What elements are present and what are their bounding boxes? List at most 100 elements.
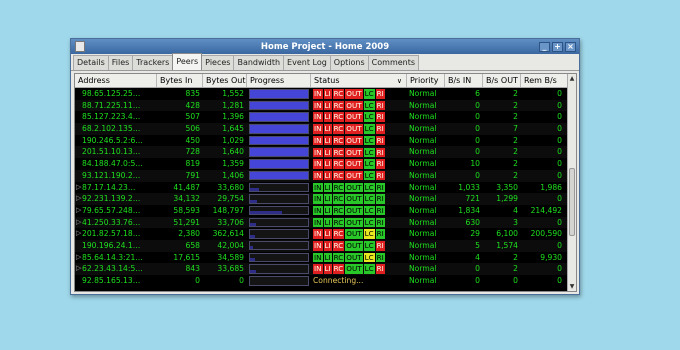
progress-cell <box>247 88 311 100</box>
status-flag: OUT <box>345 112 363 122</box>
table-row[interactable]: 92.85.165.13… 0 0 Connecting... Normal 0 0 0 <box>75 275 569 287</box>
table-row[interactable]: 93.121.190.2… 791 1,406 IN LI RC OUT LC RI Normal… <box>75 169 569 182</box>
table-row[interactable]: 201.51.10.13… 728 1,640 IN LI RC OUT LC RI Normal… <box>75 146 569 159</box>
status-flag: OUT <box>345 252 363 263</box>
tab-peers[interactable]: Peers <box>172 53 203 70</box>
priority-value: Normal <box>409 124 437 134</box>
peer-address-text: 62.23.43.14:5… <box>82 264 143 274</box>
column-rem-bs[interactable]: Rem B/s <box>521 74 569 87</box>
expand-arrow-icon[interactable]: ▷ <box>76 263 81 275</box>
status-flag: LC <box>363 217 375 228</box>
bytes-in-value: 843 <box>185 264 201 274</box>
status-flag: RC <box>332 194 345 204</box>
status-flag: RI <box>375 100 385 111</box>
table-row[interactable]: 190.196.24.1… 658 42,004 IN LI RC OUT LC RI Norma… <box>75 239 569 252</box>
tab-trackers[interactable]: Trackers <box>132 55 174 70</box>
scrollbar-thumb[interactable] <box>569 168 575 236</box>
status-cell: IN LI RC OUT LC RI <box>311 88 407 100</box>
expand-arrow-icon[interactable]: ▷ <box>76 252 81 264</box>
table-row[interactable]: 84.188.47.0:5… 819 1,359 IN LI RC OUT LC RI Norma… <box>75 158 569 170</box>
column-status[interactable]: Status ∨ <box>311 74 407 87</box>
status-flag: IN <box>313 229 323 239</box>
progress-fill <box>250 101 308 110</box>
status-flag: LI <box>323 217 332 228</box>
progress-cell <box>247 182 311 194</box>
table-row[interactable]: ▷ 92.231.139.2… 34,132 29,754 IN LI RC OUT LC RI N… <box>75 193 569 205</box>
progress-fill <box>250 113 308 121</box>
expand-arrow-icon[interactable]: ▷ <box>76 182 81 194</box>
status-flag: IN <box>313 205 323 216</box>
expand-arrow-icon[interactable]: ▷ <box>76 217 81 229</box>
rem-bs-value: 0 <box>557 264 562 274</box>
bytes-out-value: 1,645 <box>222 124 244 134</box>
vertical-scrollbar[interactable]: ▲ ▼ <box>567 74 576 291</box>
status-cell: IN LI RC OUT LC RI <box>311 111 407 123</box>
expand-arrow-icon[interactable]: ▷ <box>76 193 81 205</box>
close-button[interactable]: × <box>565 41 576 52</box>
tab-bandwidth[interactable]: Bandwidth <box>233 55 285 70</box>
table-row[interactable]: 88.71.225.11… 428 1,281 IN LI RC OUT LC RI Normal… <box>75 99 569 112</box>
bytes-out-value: 1,029 <box>222 135 244 145</box>
progress-cell <box>247 217 311 229</box>
table-row[interactable]: 98.65.125.25… 835 1,552 IN LI RC OUT LC RI Normal… <box>75 88 569 100</box>
tab-pieces[interactable]: Pieces <box>201 55 235 70</box>
tab-files[interactable]: Files <box>107 55 134 70</box>
status-flag: IN <box>313 100 323 111</box>
bs-in-value: 630 <box>465 217 481 227</box>
window-title: Home Project - Home 2009 <box>260 41 390 52</box>
status-flag: IN <box>313 217 323 228</box>
tab-details[interactable]: Details <box>73 55 109 70</box>
priority-value: Normal <box>409 229 437 239</box>
progress-bar <box>249 147 309 157</box>
status-flag: RI <box>375 170 385 181</box>
column-bytes-out[interactable]: Bytes Out <box>203 74 247 87</box>
rem-bs-value: 0 <box>557 100 562 110</box>
minimize-button[interactable]: _ <box>539 41 550 52</box>
table-row[interactable]: ▷ 62.23.43.14:5… 843 33,685 IN LI RC OUT LC RI Nor… <box>75 263 569 275</box>
priority-value: Normal <box>409 217 437 227</box>
table-row[interactable]: ▷ 87.17.14.23… 41,487 33,680 IN LI RC OUT LC RI No… <box>75 182 569 194</box>
bs-out-value: 2 <box>513 159 518 169</box>
column-bs-out[interactable]: B/s OUT <box>483 74 521 87</box>
status-cell: IN LI RC OUT LC RI <box>311 100 407 112</box>
window-controls: _ + × <box>539 41 576 52</box>
scroll-down-icon[interactable]: ▼ <box>568 282 576 291</box>
status-cell: Connecting... <box>311 275 407 287</box>
table-row[interactable]: 85.127.223.4… 507 1,396 IN LI RC OUT LC RI Normal… <box>75 111 569 123</box>
priority-value: Normal <box>409 112 437 122</box>
document-icon[interactable] <box>75 41 85 52</box>
title-bar[interactable]: Home Project - Home 2009 _ + × <box>71 39 579 54</box>
table-row[interactable]: ▷ 79.65.57.248… 58,593 148,797 IN LI RC OUT LC RI… <box>75 205 569 217</box>
bytes-out-value: 42,004 <box>217 240 244 250</box>
bs-out-value: 3,350 <box>496 182 518 192</box>
column-address[interactable]: Address <box>75 74 157 87</box>
tab-comments[interactable]: Comments <box>367 55 420 70</box>
priority-value: Normal <box>409 276 437 285</box>
tab-event-log[interactable]: Event Log <box>283 55 331 70</box>
status-flag: IN <box>313 112 323 122</box>
column-priority[interactable]: Priority <box>407 74 445 87</box>
bytes-in-value: 819 <box>185 159 201 169</box>
table-row[interactable]: ▷ 41.250.33.76… 51,291 33,706 IN LI RC OUT LC RI N… <box>75 216 569 229</box>
column-bytes-in[interactable]: Bytes In <box>157 74 203 87</box>
status-cell: IN LI RC OUT LC RI <box>311 205 407 217</box>
status-flag: RC <box>332 159 345 169</box>
expand-arrow-icon[interactable]: ▷ <box>76 205 81 217</box>
bytes-in-value: 58,593 <box>173 205 200 215</box>
column-bs-in[interactable]: B/s IN <box>445 74 483 87</box>
maximize-button[interactable]: + <box>552 41 563 52</box>
table-row[interactable]: ▷ 201.82.57.18… 2,380 362,614 IN LI RC OUT LC RI N… <box>75 228 569 240</box>
table-row[interactable]: 68.2.102.135… 506 1,645 IN LI RC OUT LC RI Normal… <box>75 123 569 135</box>
table-row[interactable]: ▷ 85.64.14.3:21… 17,615 34,589 IN LI RC OUT LC RI… <box>75 252 569 264</box>
bs-in-value: 0 <box>475 170 480 180</box>
status-flag: LI <box>323 159 332 169</box>
expand-arrow-icon[interactable]: ▷ <box>76 228 81 240</box>
bs-in-value: 0 <box>475 135 480 145</box>
table-row[interactable]: 190.246.5.2:6… 450 1,029 IN LI RC OUT LC RI Norma… <box>75 135 569 147</box>
column-progress[interactable]: Progress <box>247 74 311 87</box>
status-cell: IN LI RC OUT LC RI <box>311 123 407 135</box>
progress-bar <box>249 182 309 192</box>
tab-options[interactable]: Options <box>329 55 369 70</box>
scroll-up-icon[interactable]: ▲ <box>568 74 576 83</box>
status-flag: OUT <box>345 159 363 169</box>
